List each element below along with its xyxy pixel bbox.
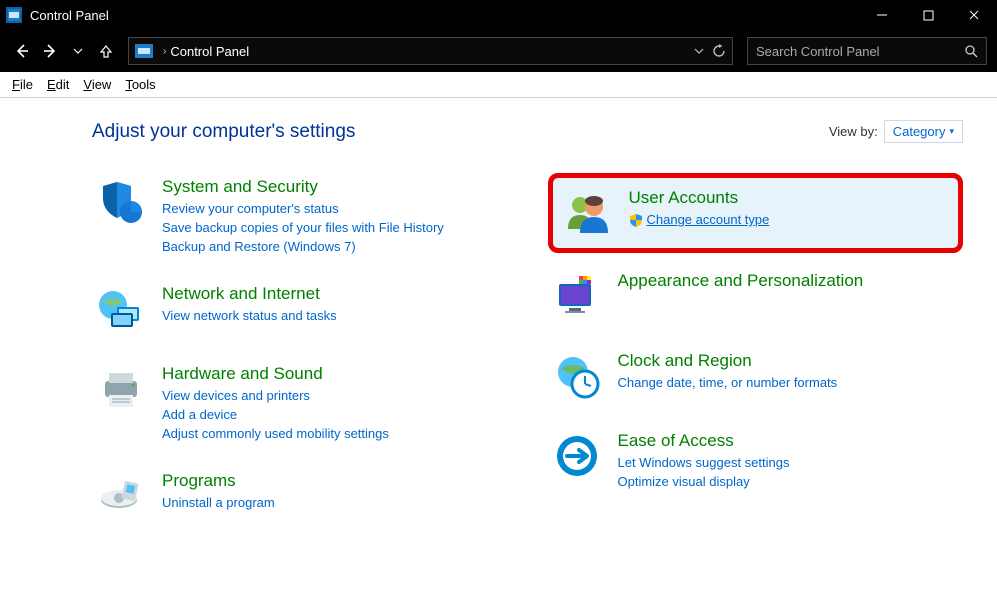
category-title[interactable]: Programs — [162, 471, 275, 491]
category-link[interactable]: Optimize visual display — [618, 474, 790, 489]
close-button[interactable] — [951, 0, 997, 30]
view-by: View by: Category ▾ — [829, 120, 963, 143]
breadcrumb-dropdown-icon[interactable] — [694, 46, 704, 56]
refresh-icon[interactable] — [712, 44, 726, 58]
content: Adjust your computer's settings View by:… — [0, 98, 997, 567]
window-controls — [859, 0, 997, 30]
search-icon[interactable] — [965, 45, 978, 58]
menu-view[interactable]: View — [83, 77, 111, 92]
category-link[interactable]: View network status and tasks — [162, 308, 337, 323]
category-programs[interactable]: Programs Uninstall a program — [92, 467, 508, 525]
minimize-button[interactable] — [859, 0, 905, 30]
monitor-palette-icon — [552, 271, 602, 321]
addressbar: › Control Panel Search Control Panel — [0, 30, 997, 72]
clock-globe-icon — [552, 351, 602, 401]
search-input[interactable]: Search Control Panel — [747, 37, 987, 65]
printer-icon — [96, 364, 146, 414]
category-link[interactable]: Change date, time, or number formats — [618, 375, 838, 390]
category-link[interactable]: Backup and Restore (Windows 7) — [162, 239, 444, 254]
globe-network-icon — [96, 284, 146, 334]
forward-button[interactable] — [38, 39, 62, 63]
category-link[interactable]: Save backup copies of your files with Fi… — [162, 220, 444, 235]
titlebar-app-icon — [6, 7, 22, 23]
category-link[interactable]: Review your computer's status — [162, 201, 444, 216]
chevron-right-icon: › — [163, 46, 166, 57]
titlebar: Control Panel — [0, 0, 997, 30]
programs-icon — [96, 471, 146, 521]
category-link[interactable]: Adjust commonly used mobility settings — [162, 426, 389, 441]
category-link-change-account-type[interactable]: Change account type — [629, 212, 770, 227]
category-appearance-personalization[interactable]: Appearance and Personalization — [548, 267, 964, 325]
menu-tools[interactable]: Tools — [125, 77, 155, 92]
menu-file[interactable]: File — [12, 77, 33, 92]
breadcrumb-text[interactable]: Control Panel — [170, 44, 249, 59]
category-title[interactable]: Ease of Access — [618, 431, 790, 451]
up-button[interactable] — [94, 39, 118, 63]
category-title[interactable]: System and Security — [162, 177, 444, 197]
category-hardware-sound[interactable]: Hardware and Sound View devices and prin… — [92, 360, 508, 445]
view-by-value: Category — [893, 124, 946, 139]
menubar: File Edit View Tools — [0, 72, 997, 98]
back-button[interactable] — [10, 39, 34, 63]
uac-shield-icon — [629, 213, 643, 227]
category-link-label: Change account type — [647, 212, 770, 227]
category-title[interactable]: Appearance and Personalization — [618, 271, 864, 291]
category-system-security[interactable]: System and Security Review your computer… — [92, 173, 508, 258]
category-link[interactable]: Add a device — [162, 407, 389, 422]
ease-of-access-icon — [552, 431, 602, 481]
menu-edit[interactable]: Edit — [47, 77, 69, 92]
titlebar-title: Control Panel — [30, 8, 859, 23]
shield-icon — [96, 177, 146, 227]
user-accounts-icon — [563, 188, 613, 238]
page-title: Adjust your computer's settings — [92, 121, 355, 143]
category-user-accounts[interactable]: User Accounts Change account type — [548, 173, 964, 253]
category-title[interactable]: Hardware and Sound — [162, 364, 389, 384]
category-link[interactable]: Uninstall a program — [162, 495, 275, 510]
maximize-button[interactable] — [905, 0, 951, 30]
breadcrumb-icon — [135, 44, 153, 58]
category-network-internet[interactable]: Network and Internet View network status… — [92, 280, 508, 338]
left-column: System and Security Review your computer… — [92, 173, 508, 547]
category-link[interactable]: Let Windows suggest settings — [618, 455, 790, 470]
caret-down-icon: ▾ — [949, 126, 954, 137]
category-title[interactable]: User Accounts — [629, 188, 770, 208]
right-column: User Accounts Change account type Appear… — [548, 173, 964, 547]
category-link[interactable]: View devices and printers — [162, 388, 389, 403]
view-by-label: View by: — [829, 124, 878, 139]
category-title[interactable]: Clock and Region — [618, 351, 838, 371]
search-placeholder: Search Control Panel — [756, 44, 880, 59]
category-title[interactable]: Network and Internet — [162, 284, 337, 304]
category-clock-region[interactable]: Clock and Region Change date, time, or n… — [548, 347, 964, 405]
category-ease-of-access[interactable]: Ease of Access Let Windows suggest setti… — [548, 427, 964, 493]
view-by-select[interactable]: Category ▾ — [884, 120, 963, 143]
breadcrumb[interactable]: › Control Panel — [128, 37, 733, 65]
recent-dropdown-button[interactable] — [66, 39, 90, 63]
